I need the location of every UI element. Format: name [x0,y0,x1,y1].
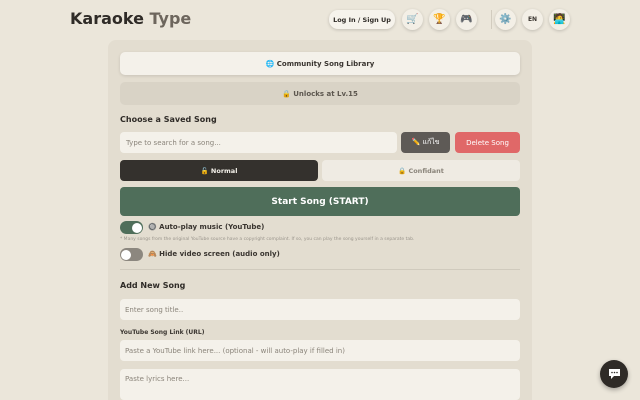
avatar-icon[interactable]: 🧑‍💻 [549,9,570,30]
youtube-link-input[interactable]: Paste a YouTube link here... (optional -… [120,340,520,361]
delete-song-button[interactable]: Delete Song [455,132,520,153]
edit-button[interactable]: ✏️ แก้ไข [401,132,450,153]
gamepad-icon[interactable]: 🎮 [456,9,477,30]
autoplay-label: 🔘 Auto-play music (YouTube) [148,223,265,231]
login-button[interactable]: Log In / Sign Up [329,10,395,29]
header-divider [491,10,492,29]
hide-video-label: 🙈 Hide video screen (audio only) [148,250,280,258]
toggle-knob [132,222,142,233]
cart-icon[interactable]: 🛒 [402,9,423,30]
top-header: Karaoke Type Log In / Sign Up 🛒 🏆 🎮 ⚙️ E… [0,0,640,40]
brand-logo[interactable]: Karaoke Type [70,9,191,28]
language-button[interactable]: EN [522,9,543,30]
add-song-title: Add New Song [120,281,186,290]
autoplay-toggle[interactable] [120,221,143,234]
chat-bubble-icon [608,369,620,379]
section-divider [120,269,520,270]
song-search-input[interactable]: Type to search for a song... [120,132,397,153]
chat-icon[interactable] [600,360,628,388]
brand-accent: Type [149,9,192,28]
gear-icon[interactable]: ⚙️ [495,9,516,30]
saved-song-title: Choose a Saved Song [120,115,217,124]
trophy-icon[interactable]: 🏆 [429,9,450,30]
copyright-note: * Many songs from the original YouTube s… [120,237,415,242]
song-title-input[interactable]: Enter song title.. [120,299,520,320]
lyrics-textarea[interactable]: Paste lyrics here... [120,369,520,400]
community-library-button[interactable]: 🌐 Community Song Library [120,52,520,75]
hide-video-toggle[interactable] [120,248,143,261]
brand-main: Karaoke [70,9,144,28]
mode-confidant-button[interactable]: 🔒 Confidant [322,160,520,181]
youtube-link-label: YouTube Song Link (URL) [120,329,205,336]
mode-normal-button[interactable]: 🔓 Normal [120,160,318,181]
unlock-notice: 🔒 Unlocks at Lv.15 [120,82,520,105]
toggle-knob [121,249,131,260]
start-song-button[interactable]: Start Song (START) [120,187,520,216]
